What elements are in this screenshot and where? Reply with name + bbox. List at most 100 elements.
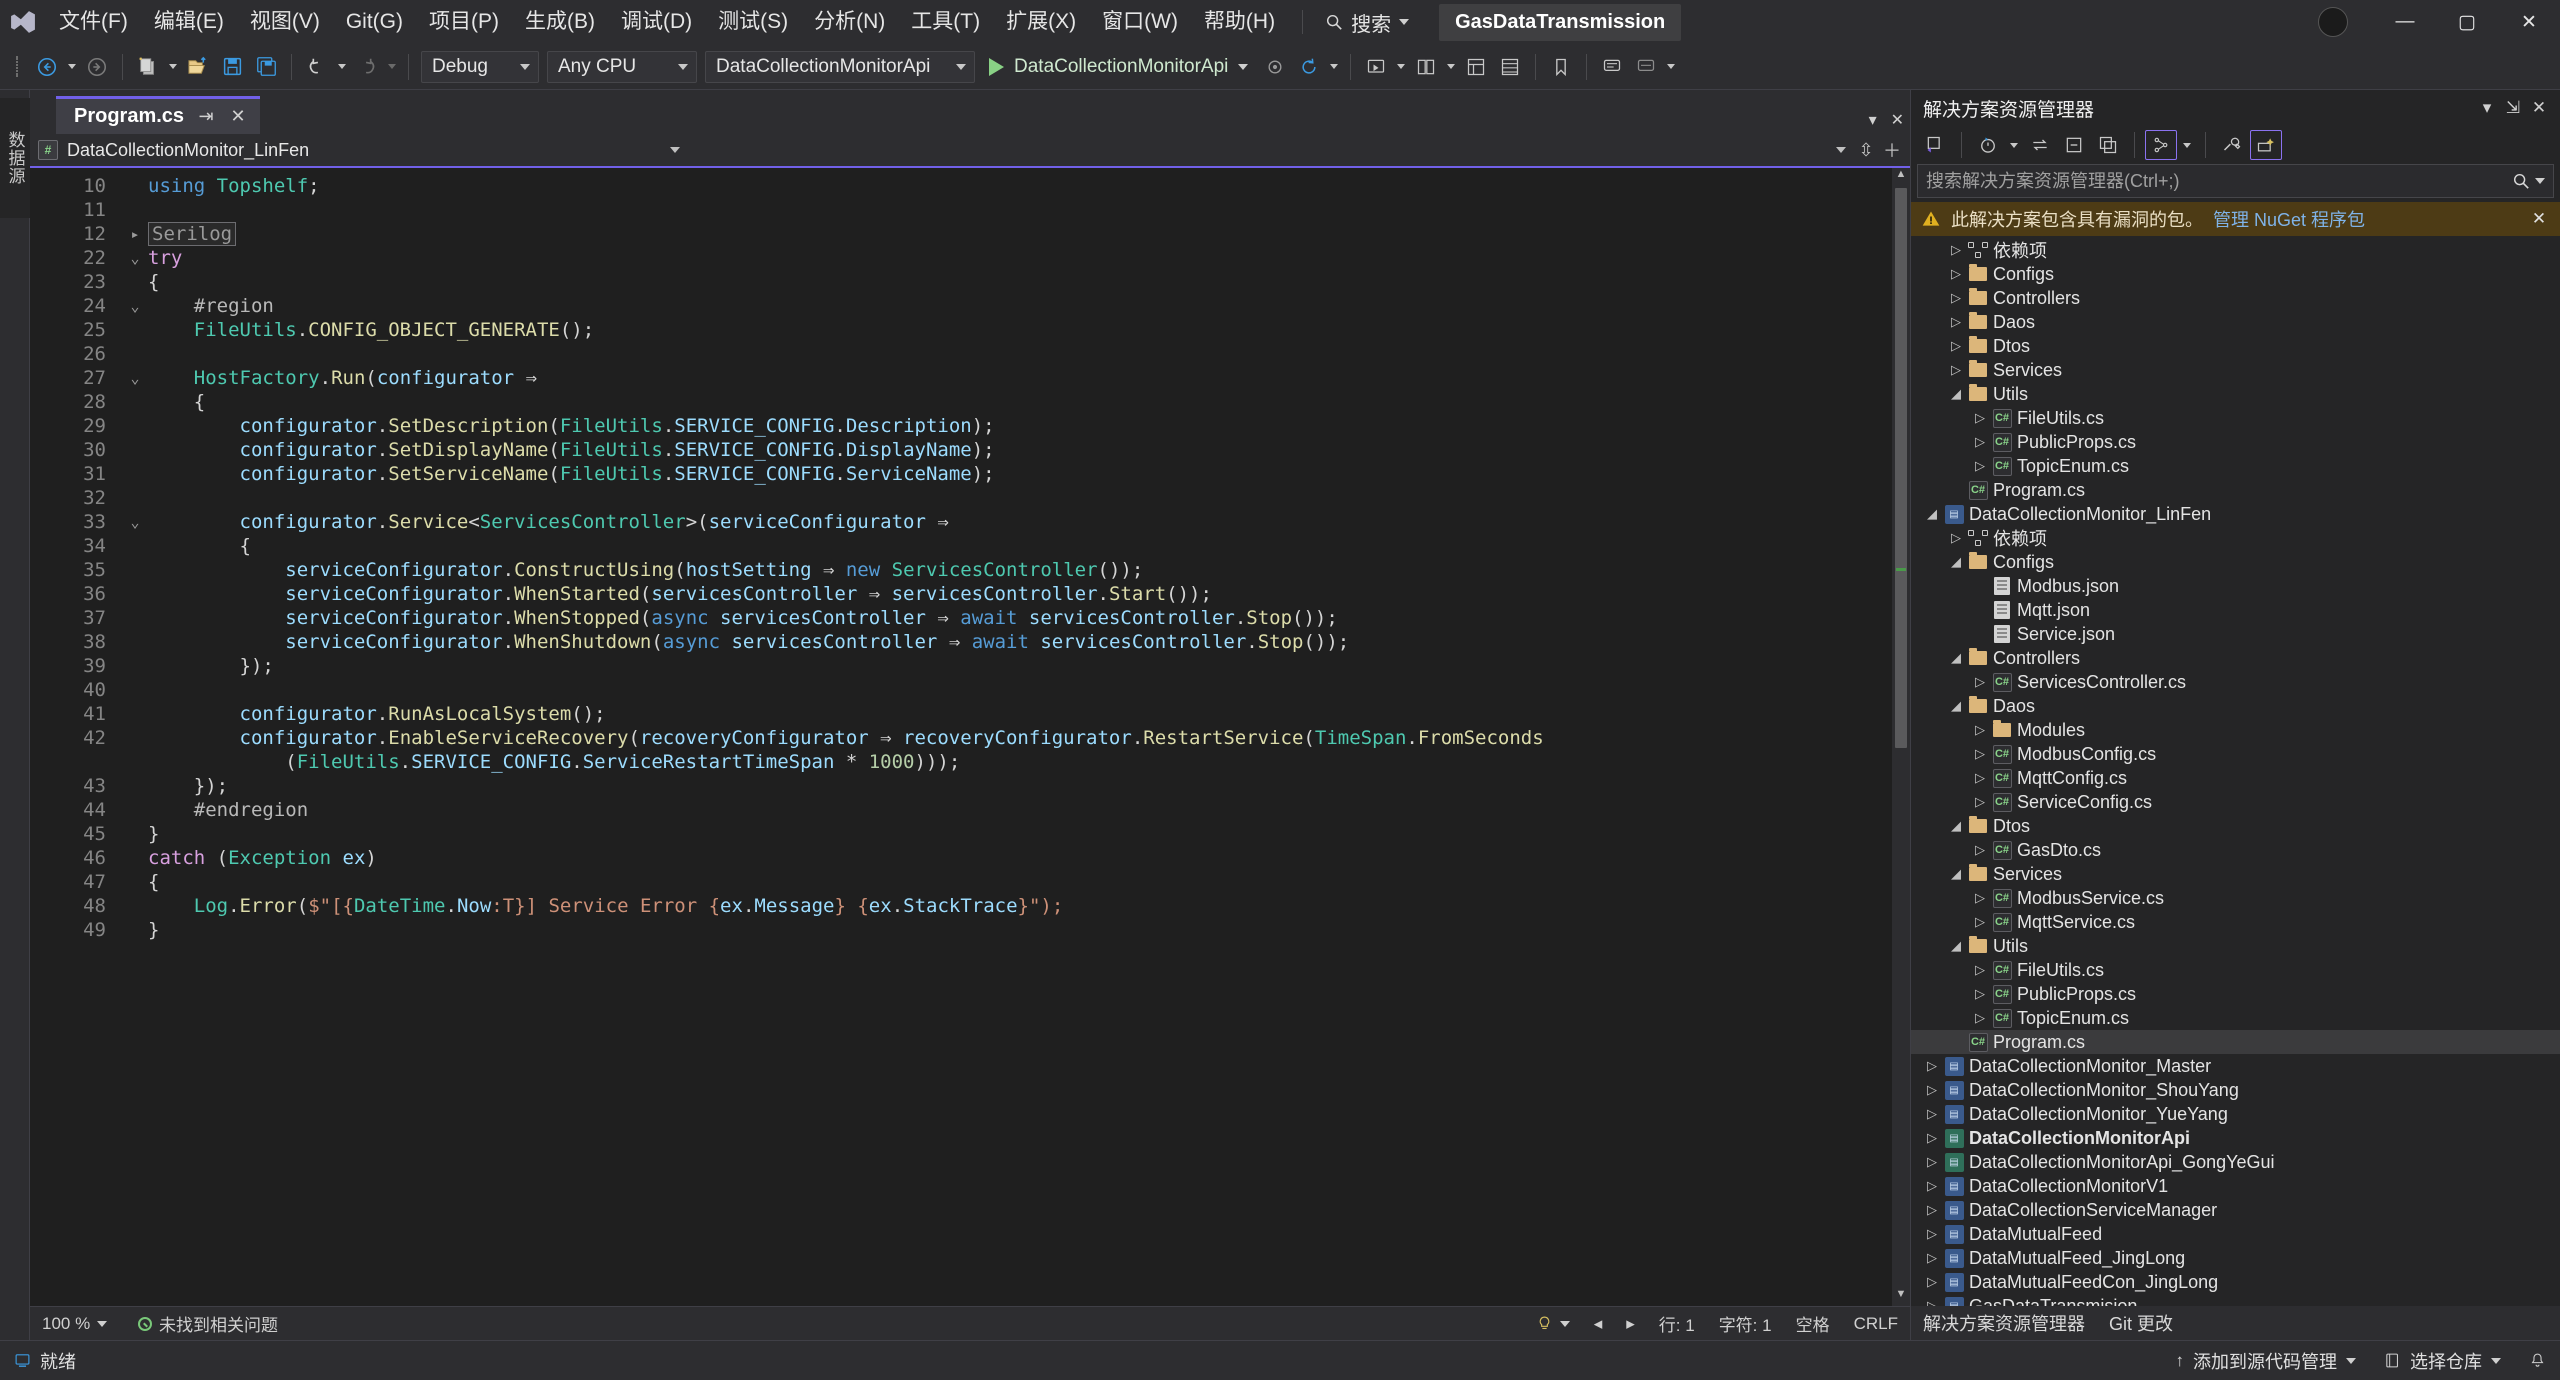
- code-line[interactable]: 49}: [30, 918, 1892, 942]
- tree-item[interactable]: ◢ Configs: [1911, 550, 2560, 574]
- expand-chevron-icon[interactable]: ▷: [1923, 1154, 1941, 1170]
- zoom-control[interactable]: 100 %: [30, 1314, 126, 1334]
- expand-chevron-icon[interactable]: ▷: [1947, 266, 1965, 282]
- comment-icon[interactable]: [1595, 50, 1629, 84]
- tab-git-changes[interactable]: Git 更改: [2109, 1310, 2173, 1336]
- close-button[interactable]: ✕: [2498, 0, 2560, 44]
- expand-chevron-icon[interactable]: ▷: [1947, 362, 1965, 378]
- expand-chevron-icon[interactable]: ▷: [1971, 674, 1989, 690]
- menu-item-4[interactable]: 项目(P): [416, 0, 512, 44]
- menu-item-3[interactable]: Git(G): [333, 0, 416, 44]
- tree-item[interactable]: ▷ 依赖项: [1911, 238, 2560, 262]
- menu-item-6[interactable]: 调试(D): [608, 0, 705, 44]
- tree-item[interactable]: ▷ C# ServicesController.cs: [1911, 670, 2560, 694]
- code-line[interactable]: 27 ⌄ HostFactory.Run(configurator ⇒: [30, 366, 1892, 390]
- tree-item[interactable]: ▷ C# MqttConfig.cs: [1911, 766, 2560, 790]
- new-item-dropdown-icon[interactable]: [165, 50, 181, 84]
- menu-item-9[interactable]: 工具(T): [898, 0, 993, 44]
- expand-chevron-icon[interactable]: ◢: [1923, 506, 1941, 522]
- select-element-icon[interactable]: [1359, 50, 1393, 84]
- tree-item[interactable]: C# Program.cs: [1911, 1030, 2560, 1054]
- expand-chevron-icon[interactable]: ▷: [1971, 842, 1989, 858]
- show-all-files-icon[interactable]: [2092, 130, 2124, 160]
- select-element-dropdown-icon[interactable]: [1393, 50, 1409, 84]
- tree-item[interactable]: ▷ C# FileUtils.cs: [1911, 958, 2560, 982]
- navbar-type-dropdown[interactable]: # DataCollectionMonitor_LinFen: [30, 133, 690, 167]
- editor-vertical-scrollbar[interactable]: ▲ ▼: [1892, 168, 1910, 1306]
- expand-chevron-icon[interactable]: ▷: [1923, 1178, 1941, 1194]
- tree-item[interactable]: Modbus.json: [1911, 574, 2560, 598]
- expand-chevron-icon[interactable]: ◢: [1947, 938, 1965, 954]
- layout-dropdown-icon[interactable]: [1443, 50, 1459, 84]
- expand-chevron-icon[interactable]: ▷: [1923, 1226, 1941, 1242]
- add-to-source-control[interactable]: ↑ 添加到源代码管理: [2162, 1348, 2371, 1374]
- code-line[interactable]: 46 catch (Exception ex): [30, 846, 1892, 870]
- fold-gutter[interactable]: ⌄: [122, 294, 148, 318]
- view-options-dropdown-icon[interactable]: [2179, 128, 2195, 162]
- code-line[interactable]: 31 configurator.SetServiceName(FileUtils…: [30, 462, 1892, 486]
- code-line[interactable]: (FileUtils.SERVICE_CONFIG.ServiceRestart…: [30, 750, 1892, 774]
- code-line[interactable]: 39 });: [30, 654, 1892, 678]
- toolbar-grip[interactable]: [10, 53, 24, 81]
- solution-search-input[interactable]: [1926, 170, 2512, 192]
- tree-item[interactable]: ▷ Modules: [1911, 718, 2560, 742]
- tree-item[interactable]: ▷ C# PublicProps.cs: [1911, 982, 2560, 1006]
- sync-with-active-document-icon[interactable]: [2024, 130, 2056, 160]
- code-line[interactable]: 41 configurator.RunAsLocalSystem();: [30, 702, 1892, 726]
- tree-item[interactable]: ▷ Configs: [1911, 262, 2560, 286]
- chevron-down-icon[interactable]: ▾: [2474, 95, 2500, 121]
- code-line[interactable]: 32: [30, 486, 1892, 510]
- tree-item[interactable]: ▷ C# GasDto.cs: [1911, 838, 2560, 862]
- menu-item-12[interactable]: 帮助(H): [1191, 0, 1288, 44]
- redo-icon[interactable]: [350, 50, 384, 84]
- solution-tree[interactable]: ▷ 依赖项 ▷ Configs ▷ Controllers ▷ Daos ▷ Dtos ▷ Servi…: [1911, 236, 2560, 1306]
- menu-item-7[interactable]: 测试(S): [705, 0, 801, 44]
- code-line[interactable]: 47 {: [30, 870, 1892, 894]
- expand-chevron-icon[interactable]: ▷: [1947, 290, 1965, 306]
- redo-dropdown-icon[interactable]: [384, 50, 400, 84]
- tree-item[interactable]: ▷ ▤ DataMutualFeedCon_JingLong: [1911, 1270, 2560, 1294]
- run-button[interactable]: DataCollectionMonitorApi: [979, 50, 1258, 84]
- code-line[interactable]: 29 configurator.SetDescription(FileUtils…: [30, 414, 1892, 438]
- tree-item[interactable]: C# Program.cs: [1911, 478, 2560, 502]
- code-line[interactable]: 44 #endregion: [30, 798, 1892, 822]
- new-item-icon[interactable]: [131, 50, 165, 84]
- expand-chevron-icon[interactable]: ▷: [1923, 1202, 1941, 1218]
- data-sources-tab[interactable]: 数据源: [0, 98, 30, 218]
- startup-project-combo[interactable]: DataCollectionMonitorApi: [705, 50, 975, 83]
- code-line[interactable]: 37 serviceConfigurator.WhenStopped(async…: [30, 606, 1892, 630]
- new-item-preview-icon[interactable]: [2250, 130, 2282, 160]
- solution-name-chip[interactable]: GasDataTransmission: [1439, 3, 1682, 41]
- menu-item-10[interactable]: 扩展(X): [993, 0, 1089, 44]
- close-icon[interactable]: ✕: [2528, 209, 2550, 229]
- properties-icon[interactable]: [2216, 130, 2248, 160]
- chevron-down-icon[interactable]: [2535, 178, 2545, 184]
- expand-chevron-icon[interactable]: ▷: [1971, 986, 1989, 1002]
- save-icon[interactable]: [215, 50, 249, 84]
- expand-chevron-icon[interactable]: ◢: [1947, 554, 1965, 570]
- next-issue-button[interactable]: ▸: [1614, 1314, 1647, 1334]
- expand-chevron-icon[interactable]: ▷: [1971, 794, 1989, 810]
- tree-item[interactable]: ◢ Dtos: [1911, 814, 2560, 838]
- code-line[interactable]: 25 FileUtils.CONFIG_OBJECT_GENERATE();: [30, 318, 1892, 342]
- expand-chevron-icon[interactable]: ▷: [1947, 242, 1965, 258]
- bookmark-icon[interactable]: [1544, 50, 1578, 84]
- expand-chevron-icon[interactable]: ▷: [1971, 722, 1989, 738]
- pending-changes-dropdown-icon[interactable]: [2006, 128, 2022, 162]
- code-line[interactable]: 28 {: [30, 390, 1892, 414]
- prev-issue-button[interactable]: ◂: [1582, 1314, 1615, 1334]
- expand-chevron-icon[interactable]: ▷: [1923, 1298, 1941, 1306]
- expand-chevron-icon[interactable]: ▷: [1923, 1250, 1941, 1266]
- expand-chevron-icon[interactable]: ▷: [1971, 410, 1989, 426]
- code-line[interactable]: 11: [30, 198, 1892, 222]
- tree-item[interactable]: ◢ Services: [1911, 862, 2560, 886]
- fold-gutter[interactable]: ⌄: [122, 366, 148, 390]
- maximize-button[interactable]: ▢: [2436, 0, 2498, 44]
- refresh-dropdown-icon[interactable]: [1326, 50, 1342, 84]
- add-view-icon[interactable]: ＋: [1882, 137, 1902, 163]
- expand-chevron-icon[interactable]: ▷: [1971, 914, 1989, 930]
- expand-chevron-icon[interactable]: ▷: [1923, 1058, 1941, 1074]
- expand-chevron-icon[interactable]: ◢: [1947, 650, 1965, 666]
- problems-indicator[interactable]: 未找到相关问题: [126, 1311, 290, 1336]
- code-line[interactable]: 40: [30, 678, 1892, 702]
